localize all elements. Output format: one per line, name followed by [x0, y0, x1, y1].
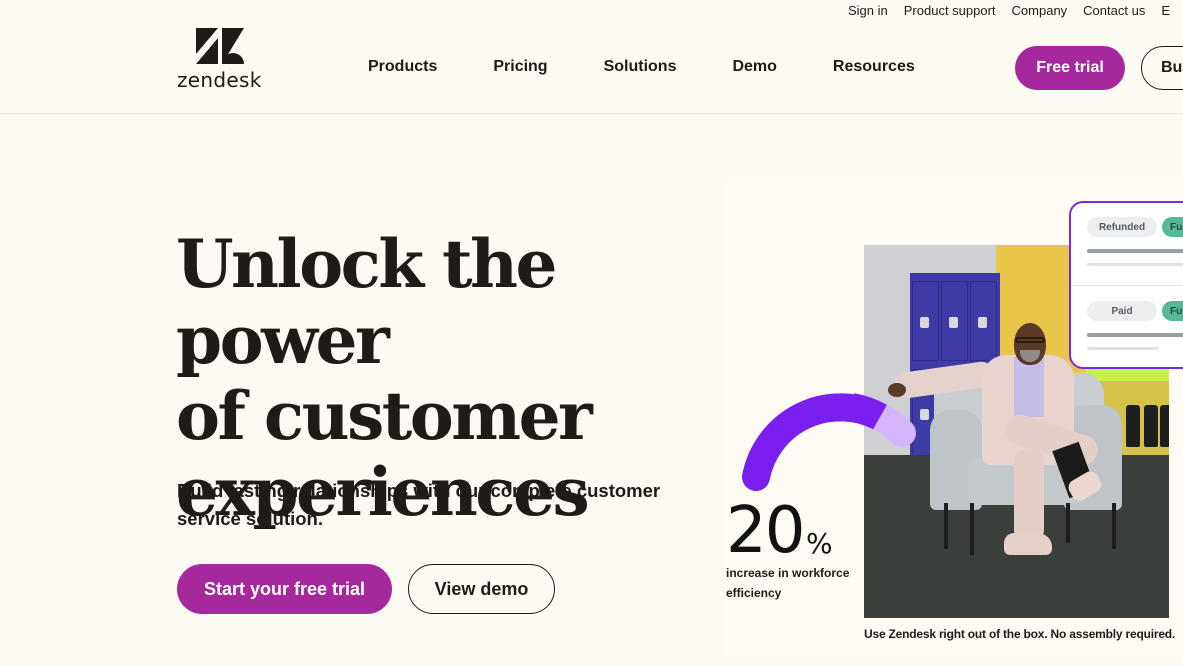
ticket-divider: [1071, 285, 1183, 286]
nav-demo[interactable]: Demo: [732, 58, 776, 76]
stat-unit: %: [806, 527, 833, 560]
photo-boot: [1126, 405, 1140, 447]
arc-remaining: [866, 403, 916, 447]
person-shirt: [1014, 357, 1044, 417]
person-leg: [1014, 450, 1044, 540]
zendesk-logo-icon: [196, 28, 244, 64]
hero-title-line: of customer: [176, 377, 593, 455]
view-demo-button[interactable]: View demo: [408, 564, 555, 614]
nav-products[interactable]: Products: [368, 58, 437, 76]
hero-subtitle: Build lasting relationships with our com…: [177, 480, 661, 529]
logo-wordmark: zendesk: [177, 68, 262, 92]
placeholder-line: [1087, 249, 1183, 253]
person-glasses: [1015, 337, 1045, 343]
placeholder-line: [1087, 263, 1183, 266]
arc-filled-cap: [849, 393, 887, 430]
stat-caption: increase in workforce efficiency: [726, 566, 850, 600]
chair-leg: [970, 503, 974, 555]
nav-resources[interactable]: Resources: [833, 58, 915, 76]
chair-leg: [1066, 503, 1070, 543]
status-badge: Paid: [1087, 301, 1157, 321]
placeholder-line: [1087, 333, 1183, 337]
photo-boot: [1160, 405, 1169, 447]
free-trial-button[interactable]: Free trial: [1015, 46, 1125, 90]
tag-badge: Fu: [1162, 301, 1183, 321]
nav-pricing[interactable]: Pricing: [493, 58, 547, 76]
tag-badge: Fu: [1162, 217, 1183, 237]
progress-arc-icon: [742, 393, 916, 491]
site-header: zendesk Products Pricing Solutions Demo …: [0, 0, 1183, 114]
buy-button[interactable]: Buy: [1141, 46, 1183, 90]
status-badge: Refunded: [1087, 217, 1157, 237]
locker-lock: [920, 317, 929, 328]
person-shoe: [1004, 533, 1052, 555]
photo-boot: [1144, 405, 1158, 447]
chair-leg: [944, 503, 948, 549]
placeholder-line: [1087, 347, 1159, 350]
main-nav: Products Pricing Solutions Demo Resource…: [368, 58, 915, 76]
locker-lock: [978, 317, 987, 328]
start-free-trial-button[interactable]: Start your free trial: [177, 564, 392, 614]
chair-leg: [1112, 503, 1116, 549]
nav-solutions[interactable]: Solutions: [604, 58, 677, 76]
photo-caption: Use Zendesk right out of the box. No ass…: [864, 627, 1176, 641]
hero-title-line: Unlock the power: [176, 225, 558, 379]
zendesk-logo[interactable]: zendesk: [177, 28, 263, 92]
locker-lock: [949, 317, 958, 328]
stat-value: 20: [726, 494, 805, 568]
ticket-card: Refunded Fu Paid Fu: [1069, 201, 1183, 369]
